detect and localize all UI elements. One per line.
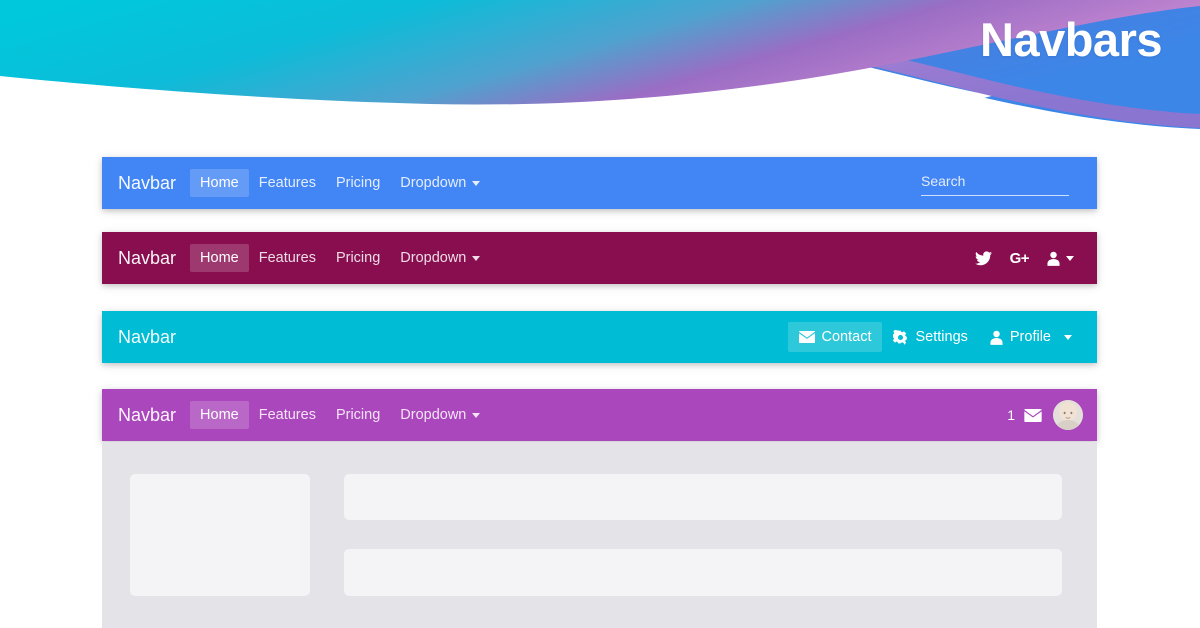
navbar-purple: Navbar Home Features Pricing Dropdown 1 (102, 389, 1097, 441)
navbar-maroon: Navbar Home Features Pricing Dropdown G+ (102, 232, 1097, 284)
navbar-brand[interactable]: Navbar (118, 248, 176, 269)
navbar-brand[interactable]: Navbar (118, 405, 176, 426)
nav-link-dropdown-label: Dropdown (400, 407, 467, 423)
skeleton-block-top (344, 474, 1062, 520)
envelope-icon (1024, 408, 1042, 422)
chevron-down-icon (472, 180, 481, 186)
nav-link-dropdown[interactable]: Dropdown (390, 244, 490, 272)
avatar-photo (1053, 400, 1083, 430)
chevron-down-icon (472, 255, 481, 261)
contact-label: Contact (821, 329, 872, 345)
twitter-icon[interactable] (966, 245, 1001, 272)
hero-banner: Navbars (0, 0, 1200, 130)
page-title: Navbars (980, 13, 1163, 66)
message-count: 1 (1007, 407, 1015, 423)
navbar-right-group: 1 (1007, 400, 1083, 430)
nav-link-dropdown-label: Dropdown (400, 175, 467, 191)
nav-link-home[interactable]: Home (190, 401, 249, 429)
navbar-links: Home Features Pricing Dropdown (190, 401, 490, 429)
chevron-down-icon (1066, 255, 1074, 261)
gear-icon (893, 329, 908, 345)
twitter-glyph (974, 250, 992, 265)
nav-link-pricing[interactable]: Pricing (326, 401, 390, 429)
envelope-icon (798, 331, 815, 343)
messages-button[interactable] (1024, 408, 1042, 422)
chevron-down-icon (1064, 334, 1072, 340)
user-icon (990, 330, 1003, 345)
search-input[interactable] (921, 170, 1069, 196)
navbar-brand[interactable]: Navbar (118, 327, 176, 348)
nav-link-pricing[interactable]: Pricing (326, 244, 390, 272)
skeleton-block-left (130, 474, 310, 596)
user-dropdown-button[interactable] (1038, 245, 1083, 272)
navbar-links: Home Features Pricing Dropdown (190, 244, 490, 272)
settings-button[interactable]: Settings (882, 322, 978, 352)
search-wrapper (921, 170, 1069, 196)
navbar-links: Home Features Pricing Dropdown (190, 169, 490, 197)
nav-link-features[interactable]: Features (249, 401, 326, 429)
profile-dropdown-button[interactable]: Profile (979, 322, 1083, 352)
nav-link-pricing[interactable]: Pricing (326, 169, 390, 197)
nav-link-features[interactable]: Features (249, 169, 326, 197)
navbar-brand[interactable]: Navbar (118, 173, 176, 194)
google-plus-icon[interactable]: G+ (1001, 244, 1038, 273)
avatar[interactable] (1053, 400, 1083, 430)
nav-link-home[interactable]: Home (190, 169, 249, 197)
navbar-blue: Navbar Home Features Pricing Dropdown (102, 157, 1097, 209)
navbar-right-group: Contact Settings Profile (787, 322, 1084, 352)
navbar-cyan: Navbar Contact Settings Profile (102, 311, 1097, 363)
nav-link-features[interactable]: Features (249, 244, 326, 272)
nav-link-home[interactable]: Home (190, 244, 249, 272)
nav-link-dropdown-label: Dropdown (400, 250, 467, 266)
settings-label: Settings (915, 329, 968, 345)
skeleton-block-bottom (344, 549, 1062, 596)
navbar-right-group (921, 170, 1083, 196)
nav-link-dropdown[interactable]: Dropdown (390, 169, 490, 197)
navbar-right-group: G+ (966, 244, 1083, 273)
content-placeholder-area (102, 442, 1097, 628)
nav-link-dropdown[interactable]: Dropdown (390, 401, 490, 429)
user-icon (1047, 251, 1060, 266)
chevron-down-icon (472, 412, 481, 418)
contact-button[interactable]: Contact (787, 322, 883, 352)
profile-label: Profile (1009, 329, 1051, 345)
